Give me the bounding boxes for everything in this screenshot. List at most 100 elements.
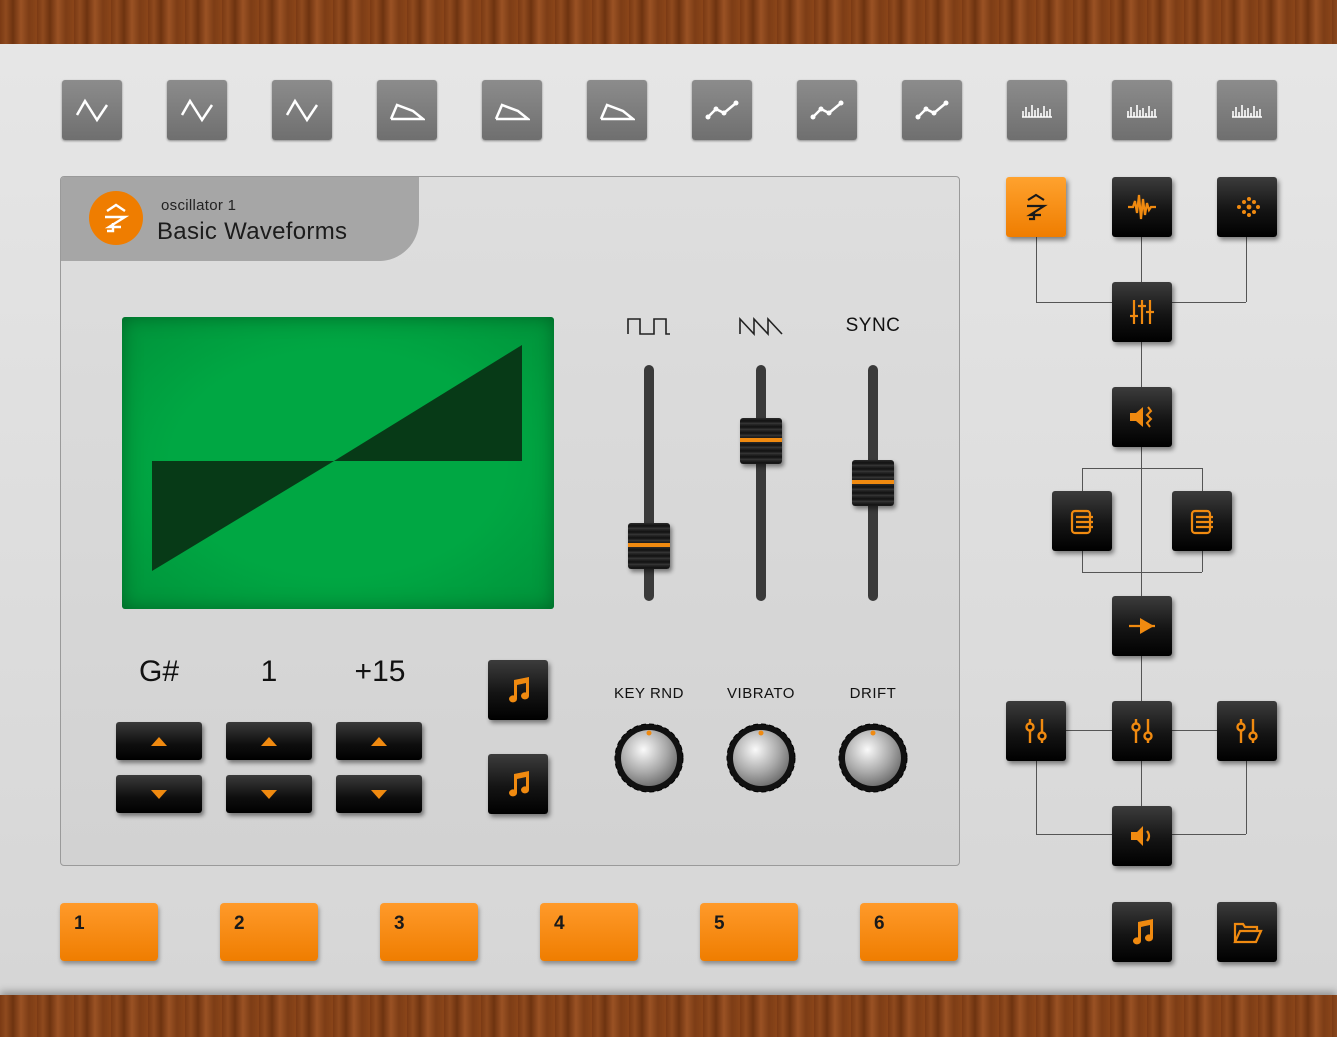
drift-knob[interactable] bbox=[838, 723, 908, 793]
waveform-preset-button-12[interactable] bbox=[1217, 80, 1277, 140]
volume-icon bbox=[1131, 826, 1151, 846]
waveform-preset-button-5[interactable] bbox=[482, 80, 542, 140]
fx-settings-button-1[interactable] bbox=[1006, 701, 1066, 761]
mixer-module-button[interactable] bbox=[1112, 282, 1172, 342]
waveform-preset-button-9[interactable] bbox=[902, 80, 962, 140]
note-value: G# bbox=[138, 655, 180, 688]
waveform-preset-button-10[interactable] bbox=[1007, 80, 1067, 140]
waveform-upper-half bbox=[334, 345, 522, 461]
triangle-wave-icon bbox=[180, 98, 214, 123]
vibrato-label: VIBRATO bbox=[727, 685, 795, 702]
preset-button-5[interactable]: 5 bbox=[700, 903, 798, 961]
waveform-module-button[interactable] bbox=[1112, 177, 1172, 237]
note-trigger-button-1[interactable] bbox=[488, 660, 548, 720]
sync-fader-handle[interactable] bbox=[852, 460, 894, 506]
waveform-preset-button-4[interactable] bbox=[377, 80, 437, 140]
waveform-preset-button-7[interactable] bbox=[692, 80, 752, 140]
music-note-icon bbox=[509, 771, 529, 797]
line-graph-wave-icon bbox=[810, 100, 844, 120]
oscillator-subtitle: oscillator 1 bbox=[161, 197, 237, 214]
oscillator-module-button[interactable] bbox=[1006, 177, 1066, 237]
key-rnd-knob[interactable] bbox=[614, 723, 684, 793]
trapezoid-wave-icon bbox=[389, 103, 425, 121]
saw-wave-icon bbox=[739, 316, 783, 337]
filter-module-button-1[interactable] bbox=[1052, 491, 1112, 551]
open-file-button[interactable] bbox=[1217, 902, 1277, 962]
wood-trim-bottom bbox=[0, 995, 1337, 1037]
fine-tune-value: +15 bbox=[354, 655, 406, 688]
arrow-down-icon bbox=[261, 789, 277, 799]
folder-open-icon bbox=[1233, 922, 1263, 944]
preset-button-6[interactable]: 6 bbox=[860, 903, 958, 961]
saw-fader-track[interactable] bbox=[756, 365, 766, 601]
saw-wave-label bbox=[721, 315, 801, 343]
adjust-sliders-icon bbox=[1236, 719, 1258, 743]
square-wave-label bbox=[609, 315, 689, 343]
master-volume-button[interactable] bbox=[1112, 806, 1172, 866]
note-trigger-button-2[interactable] bbox=[488, 754, 548, 814]
waveform-preset-button-8[interactable] bbox=[797, 80, 857, 140]
signal-wire bbox=[1082, 468, 1202, 469]
noise-module-button[interactable] bbox=[1217, 177, 1277, 237]
preset-button-3[interactable]: 3 bbox=[380, 903, 478, 961]
arrow-down-icon bbox=[371, 789, 387, 799]
fx-settings-button-2[interactable] bbox=[1112, 701, 1172, 761]
wood-trim-top bbox=[0, 0, 1337, 44]
oscillator-header: oscillator 1 Basic Waveforms bbox=[61, 177, 419, 261]
key-rnd-label: KEY RND bbox=[614, 685, 684, 702]
arrow-down-icon bbox=[151, 789, 167, 799]
oscillator-logo-icon bbox=[89, 191, 143, 245]
adjust-sliders-icon bbox=[1025, 719, 1047, 743]
preset-label: 1 bbox=[74, 913, 85, 934]
preset-label: 6 bbox=[874, 913, 885, 934]
oscillator-icon bbox=[1026, 193, 1048, 221]
waveform-preset-button-6[interactable] bbox=[587, 80, 647, 140]
vibrato-knob[interactable] bbox=[726, 723, 796, 793]
line-graph-wave-icon bbox=[705, 100, 739, 120]
signal-wire bbox=[1246, 236, 1247, 302]
waveform-display bbox=[122, 317, 554, 609]
output-route-button[interactable] bbox=[1112, 596, 1172, 656]
waveform-preset-button-3[interactable] bbox=[272, 80, 332, 140]
waveform-preset-button-2[interactable] bbox=[167, 80, 227, 140]
line-graph-wave-icon bbox=[915, 100, 949, 120]
note-down-button[interactable] bbox=[116, 775, 202, 813]
fx-settings-button-3[interactable] bbox=[1217, 701, 1277, 761]
sequencer-button[interactable] bbox=[1112, 902, 1172, 962]
filter-module-button-2[interactable] bbox=[1172, 491, 1232, 551]
fine-down-button[interactable] bbox=[336, 775, 422, 813]
sync-label: SYNC bbox=[845, 315, 901, 336]
signal-wire bbox=[1036, 236, 1037, 302]
spectrum-bars-icon bbox=[1022, 105, 1052, 118]
preset-button-1[interactable]: 1 bbox=[60, 903, 158, 961]
spectrum-bars-icon bbox=[1127, 105, 1157, 118]
signal-wire bbox=[1082, 572, 1202, 573]
triangle-wave-icon bbox=[285, 98, 319, 123]
waveform-icon bbox=[1128, 194, 1156, 220]
waveform-preset-button-1[interactable] bbox=[62, 80, 122, 140]
triangle-wave-icon bbox=[75, 98, 109, 123]
octave-up-button[interactable] bbox=[226, 722, 312, 760]
square-wave-icon bbox=[627, 318, 670, 335]
note-up-button[interactable] bbox=[116, 722, 202, 760]
preset-label: 5 bbox=[714, 913, 725, 934]
saw-fader-handle[interactable] bbox=[740, 418, 782, 464]
adjust-sliders-icon bbox=[1131, 719, 1153, 743]
octave-down-button[interactable] bbox=[226, 775, 312, 813]
oscillator-panel: oscillator 1 Basic Waveforms G# 1 +15 SY… bbox=[60, 176, 960, 866]
filter-stack-icon bbox=[1070, 509, 1093, 535]
music-note-icon bbox=[509, 677, 529, 703]
arrow-up-icon bbox=[371, 736, 387, 746]
arrow-up-icon bbox=[151, 736, 167, 746]
music-note-icon bbox=[1133, 919, 1153, 945]
square-fader-handle[interactable] bbox=[628, 523, 670, 569]
preset-button-2[interactable]: 2 bbox=[220, 903, 318, 961]
drift-label: DRIFT bbox=[849, 685, 897, 702]
amp-module-button[interactable] bbox=[1112, 387, 1172, 447]
fine-up-button[interactable] bbox=[336, 722, 422, 760]
oscillator-title: Basic Waveforms bbox=[157, 218, 348, 245]
preset-button-4[interactable]: 4 bbox=[540, 903, 638, 961]
waveform-preset-button-11[interactable] bbox=[1112, 80, 1172, 140]
mixer-icon bbox=[1130, 300, 1154, 324]
arrow-right-icon bbox=[1129, 618, 1155, 634]
